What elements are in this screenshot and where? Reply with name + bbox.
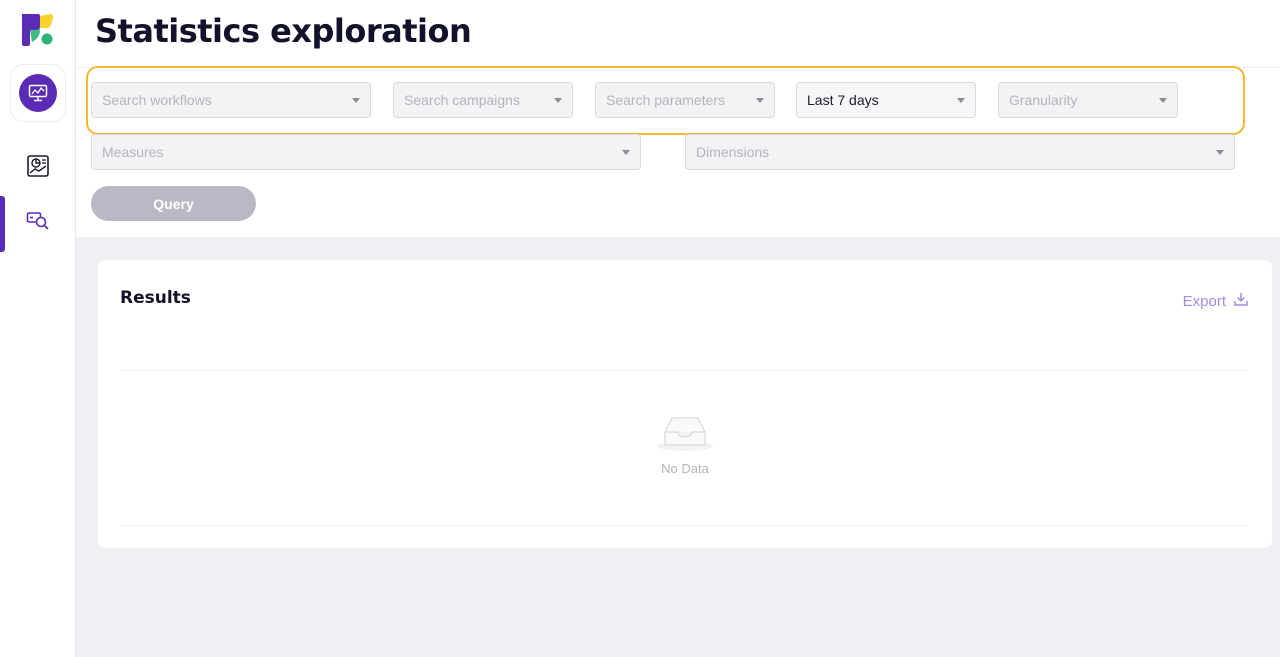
caret-down-icon — [352, 98, 360, 103]
results-title: Results — [120, 288, 191, 308]
caret-down-icon — [957, 98, 965, 103]
empty-state: No Data — [98, 410, 1272, 476]
chart-report-icon — [26, 154, 50, 183]
workflows-select[interactable]: Search workflows — [91, 82, 371, 118]
caret-down-icon — [622, 150, 630, 155]
granularity-select[interactable]: Granularity — [998, 82, 1178, 118]
caret-down-icon — [1159, 98, 1167, 103]
search-data-icon — [26, 208, 50, 237]
analytics-monitor-icon — [19, 74, 57, 112]
empty-inbox-icon — [656, 410, 714, 457]
results-divider-bottom — [120, 525, 1248, 526]
results-divider-top — [120, 370, 1248, 371]
query-button[interactable]: Query — [91, 186, 256, 221]
dimensions-placeholder: Dimensions — [696, 144, 770, 160]
period-select[interactable]: Last 7 days — [796, 82, 976, 118]
caret-down-icon — [1216, 150, 1224, 155]
sidebar — [0, 0, 76, 657]
empty-text: No Data — [661, 461, 709, 476]
header-divider — [76, 67, 1280, 68]
app-switcher[interactable] — [10, 64, 66, 122]
granularity-placeholder: Granularity — [1009, 92, 1078, 108]
brand-logo-icon[interactable] — [20, 12, 56, 48]
measures-select[interactable]: Measures — [91, 134, 641, 170]
caret-down-icon — [756, 98, 764, 103]
results-card: Results Export No Data — [98, 260, 1272, 548]
campaigns-placeholder: Search campaigns — [404, 92, 520, 108]
page-title: Statistics exploration — [95, 12, 472, 50]
parameters-placeholder: Search parameters — [606, 92, 726, 108]
export-label: Export — [1182, 292, 1226, 310]
dimensions-select[interactable]: Dimensions — [685, 134, 1235, 170]
parameters-select[interactable]: Search parameters — [595, 82, 775, 118]
workflows-placeholder: Search workflows — [102, 92, 212, 108]
sidebar-item-exploration[interactable] — [0, 196, 76, 252]
download-icon — [1234, 292, 1248, 310]
campaigns-select[interactable]: Search campaigns — [393, 82, 573, 118]
export-button[interactable]: Export — [1183, 292, 1248, 310]
sidebar-item-dashboard[interactable] — [0, 142, 76, 194]
caret-down-icon — [554, 98, 562, 103]
measures-placeholder: Measures — [102, 144, 164, 160]
period-value: Last 7 days — [807, 92, 879, 108]
